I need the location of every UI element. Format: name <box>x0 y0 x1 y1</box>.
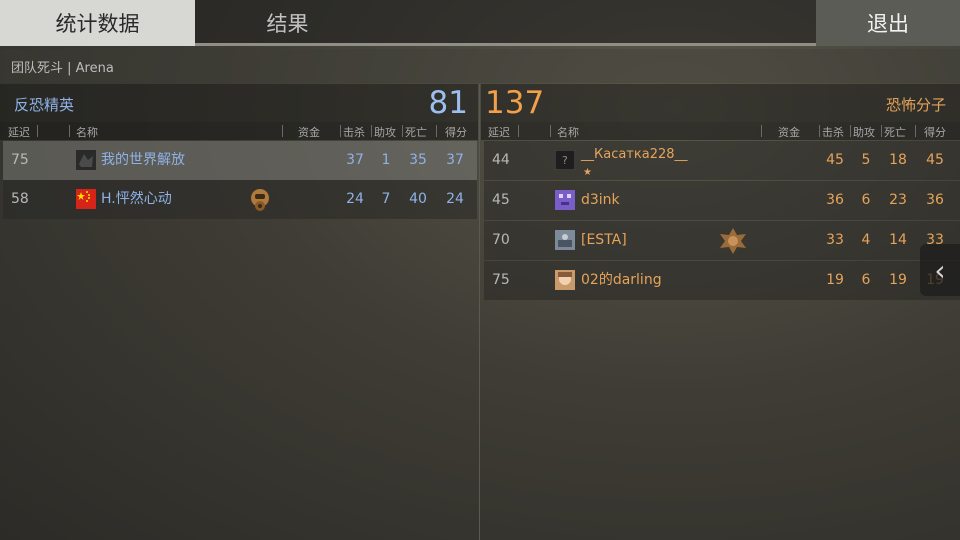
top-tab-bar: 统计数据 结果 退出 <box>0 0 960 46</box>
player-score: 37 <box>446 152 464 168</box>
ct-team-header: 反恐精英 81 <box>0 84 478 122</box>
ct-column-header: 延迟 名称 资金 击杀 助攻 死亡 得分 <box>0 122 478 140</box>
player-score: 45 <box>926 152 944 168</box>
player-deaths: 23 <box>889 192 907 208</box>
dark-avatar-icon <box>76 150 96 170</box>
col-deaths: 死亡 <box>405 126 427 139</box>
player-score: 24 <box>446 191 464 207</box>
player-name: __Касатка228__ <box>581 147 688 162</box>
player-assists: 7 <box>381 191 391 207</box>
player-kills: 37 <box>346 152 364 168</box>
anime-avatar-icon <box>555 270 575 290</box>
col-assists: 助攻 <box>853 126 875 139</box>
player-kills: 24 <box>346 191 364 207</box>
col-ping: 延迟 <box>8 126 30 139</box>
t-team-header: 137 恐怖分子 <box>481 84 960 122</box>
player-assists: 6 <box>861 192 871 208</box>
col-name: 名称 <box>557 126 579 139</box>
t-player-row[interactable]: 75 02的darling 19 6 19 19 <box>484 261 960 300</box>
side-panel-toggle-button[interactable]: ‹ <box>920 244 960 296</box>
col-deaths: 死亡 <box>884 126 906 139</box>
col-kills: 击杀 <box>343 126 365 139</box>
t-team-name: 恐怖分子 <box>885 96 946 114</box>
player-deaths: 35 <box>409 152 427 168</box>
player-assists: 5 <box>861 152 871 168</box>
photo-avatar-icon <box>555 230 575 250</box>
t-team-score: 137 <box>485 85 545 121</box>
player-score: 36 <box>926 192 944 208</box>
service-medal-icon <box>720 228 746 254</box>
player-assists: 6 <box>861 272 871 288</box>
col-score: 得分 <box>924 126 946 139</box>
tab-results[interactable]: 结果 <box>195 0 380 46</box>
col-score: 得分 <box>445 126 467 139</box>
game-mode-label: 团队死斗 | Arena <box>0 49 960 83</box>
t-player-row[interactable]: 45 d3ink 36 6 23 36 <box>484 181 960 220</box>
gas-mask-medal-icon <box>251 189 269 211</box>
col-ping: 延迟 <box>488 126 510 139</box>
chevron-left-icon: ‹ <box>934 253 946 287</box>
player-name: H.怦然心动 <box>101 191 172 207</box>
player-ping: 45 <box>492 192 510 208</box>
unknown-avatar-icon: ? <box>555 150 575 170</box>
t-column-header: 延迟 名称 资金 击杀 助攻 死亡 得分 <box>481 122 960 140</box>
player-assists: 4 <box>861 232 871 248</box>
exit-button[interactable]: 退出 <box>816 0 960 46</box>
col-name: 名称 <box>76 126 98 139</box>
ct-player-row[interactable]: 58 H.怦然心动 24 7 40 24 <box>3 180 477 219</box>
tab-stats[interactable]: 统计数据 <box>0 0 195 46</box>
col-kills: 击杀 <box>822 126 844 139</box>
player-name: d3ink <box>581 192 620 208</box>
player-kills: 36 <box>826 192 844 208</box>
player-kills: 33 <box>826 232 844 248</box>
china-flag-icon <box>76 189 96 209</box>
ct-player-row[interactable]: 75 我的世界解放 37 1 35 37 <box>3 141 477 180</box>
player-ping: 44 <box>492 152 510 168</box>
ct-team-name: 反恐精英 <box>14 96 75 114</box>
col-money: 资金 <box>298 126 320 139</box>
player-deaths: 40 <box>409 191 427 207</box>
svg-text:?: ? <box>562 154 568 167</box>
player-ping: 75 <box>492 272 510 288</box>
player-deaths: 14 <box>889 232 907 248</box>
player-ping: 70 <box>492 232 510 248</box>
player-name: 我的世界解放 <box>101 152 185 168</box>
player-kills: 45 <box>826 152 844 168</box>
col-money: 资金 <box>778 126 800 139</box>
player-deaths: 19 <box>889 272 907 288</box>
player-kills: 19 <box>826 272 844 288</box>
pixel-avatar-icon <box>555 190 575 210</box>
player-name: 02的darling <box>581 272 662 288</box>
t-player-row[interactable]: 70 [ESTA] 33 4 14 33 <box>484 221 960 260</box>
ct-team-score: 81 <box>428 85 468 121</box>
player-deaths: 18 <box>889 152 907 168</box>
player-assists: 1 <box>381 152 391 168</box>
t-player-row[interactable]: 44 ? __Касатка228__ ★ 45 5 18 45 <box>484 141 960 180</box>
player-ping: 75 <box>11 152 29 168</box>
player-ping: 58 <box>11 191 29 207</box>
team-divider <box>479 84 480 540</box>
col-assists: 助攻 <box>374 126 396 139</box>
player-name: [ESTA] <box>581 232 627 248</box>
